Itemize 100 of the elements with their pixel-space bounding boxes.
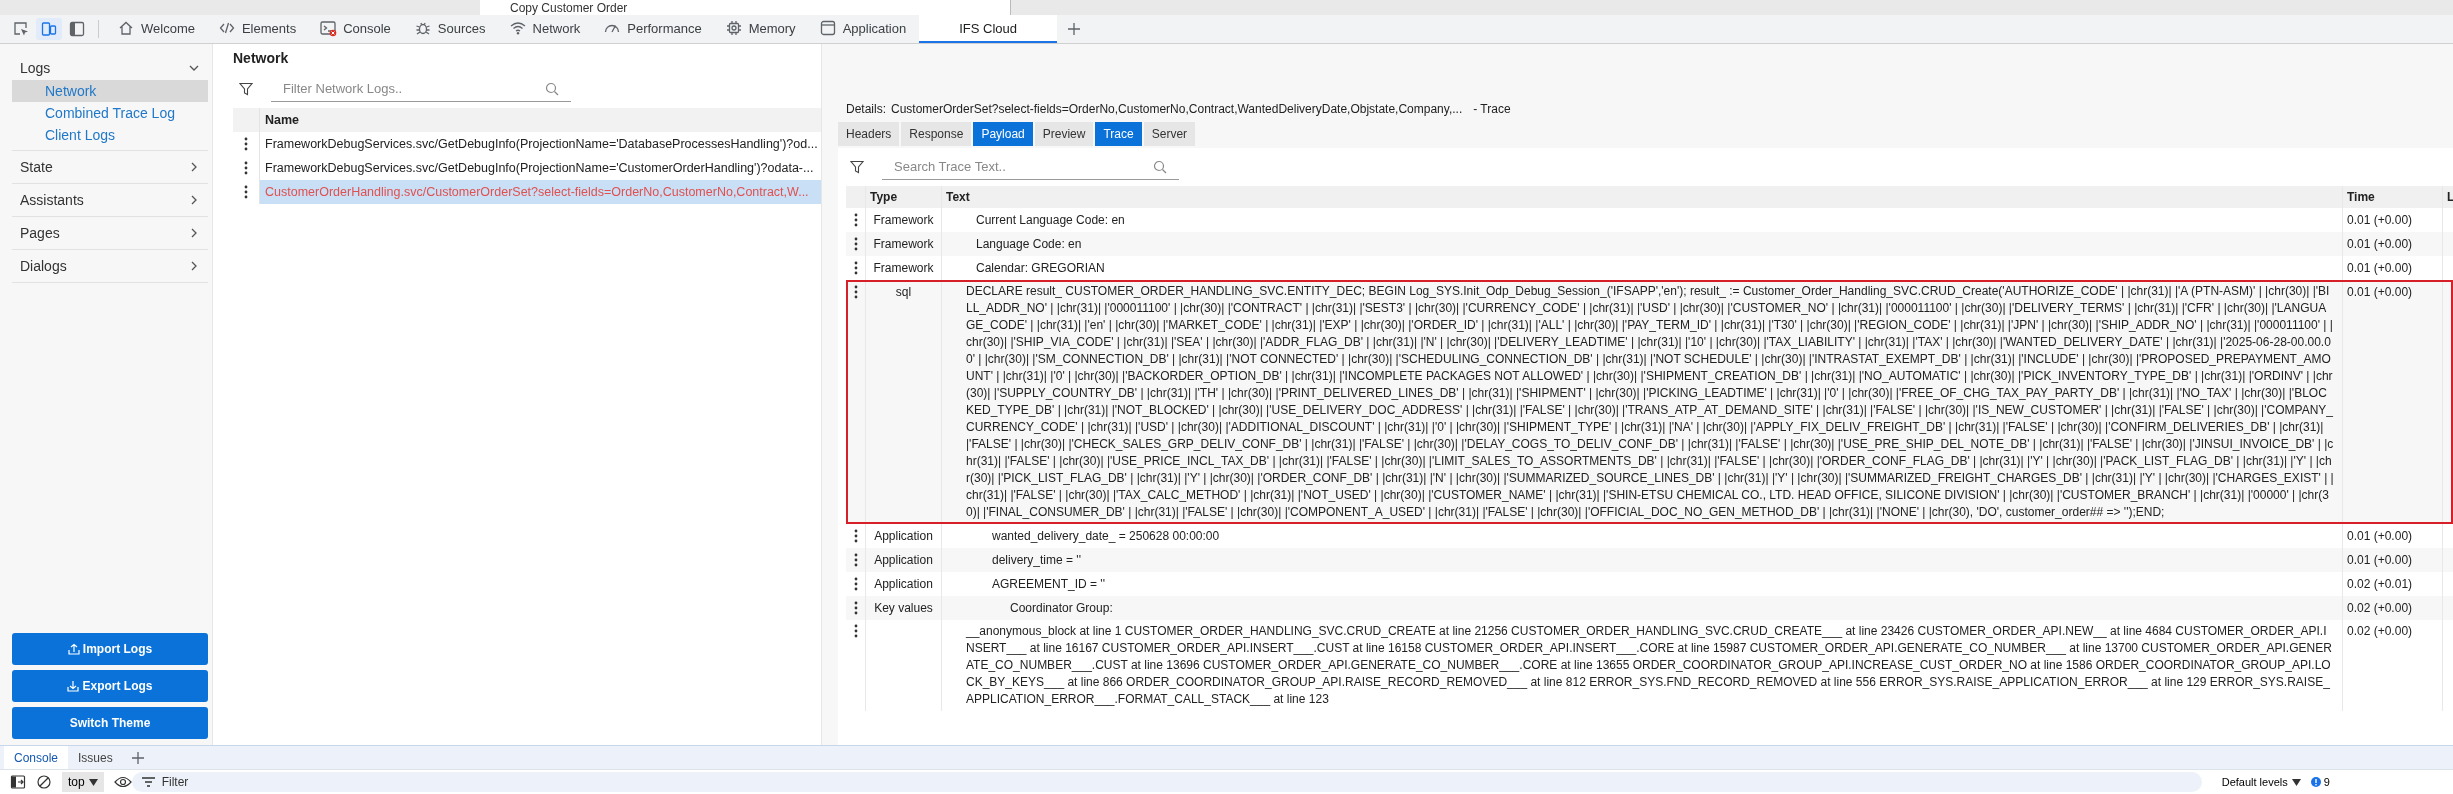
sidebar-section[interactable]: State [12, 155, 208, 179]
context-dropdown[interactable]: top [62, 772, 104, 792]
trace-text: Current Language Code: en [976, 211, 1125, 229]
eye-icon[interactable] [113, 775, 132, 789]
devtools-tab[interactable]: Console [309, 15, 402, 43]
filter-field[interactable]: Filter Network Logs.. [271, 76, 571, 102]
column-header: Text [942, 186, 2343, 208]
upload-icon [67, 643, 80, 655]
sidebar-button[interactable]: Switch Theme [12, 707, 208, 739]
view-name: - Trace [1473, 102, 1511, 116]
more-icon[interactable] [853, 213, 858, 227]
trace-text: Coordinator Group: [1010, 599, 1113, 617]
wifi-icon [509, 19, 527, 37]
device-toggle-button[interactable] [36, 18, 62, 40]
trace-text: __anonymous_block at line 1 CUSTOMER_ORDER_HANDLING_SVC.CRUD_CREATE at line 21256 CUSTOMER_ORDER_HANDLING_SVC.CRUD_CREATE___ at line 23426 CUSTOMER_ORDER_API.NEW__ at line 4684 CUSTOMER_ORDER_API.INSERT___ at line 16167 CUSTOMER_ORDER_API.INSERT___.CUST at line 16158 CUSTOMER_ORDER_API.INSERT___.CORE at line 15987 CUSTOMER_ORDER_API.GENERATE_CO_NUMBER___ at line 13700 CUSTOMER_ORDER_API.GENERATE_CO_NUMBER___.CUST at line 13696 CUSTOMER_ORDER_API.GENERATE_CO_NUMBER___.CORE at line 13655 ORDER_COORDINATOR_GROUP_API.INCREASE_CUST_ORDER_NO at line 1586 ORDER_COORDINATOR_GROUP_API.LOCK_BY_KEYS___ at line 866 ORDER_COORDINATOR_GROUP_API.RAISE_RECORD_REMOVED___ at line 812 ERROR_SYS.FND_RECORD_REMOVED at line 556 ERROR_SYS.RAISE_APPLICATION_ERROR___ at line 129 ERROR_SYS.RAISE_APPLICATION_ERROR___.FORMAT_CALL_STACK___ at line 123 [966, 623, 2333, 708]
caret-icon [2291, 778, 2301, 786]
column-header: Name [264, 112, 301, 129]
page-title: Copy Customer Order [510, 0, 628, 15]
search-icon [1153, 160, 1167, 174]
details-tab[interactable]: Payload [973, 122, 1033, 146]
trace-text: wanted_delivery_date_ = 250628 00:00:00 [992, 527, 1220, 545]
request-row[interactable]: FrameworkDebugServices.svc/GetDebugInfo(ProjectionName='DatabaseProcessesHandling')?od... [260, 132, 821, 156]
add-tab-icon[interactable] [130, 750, 145, 765]
window-icon [819, 19, 837, 37]
clear-icon[interactable] [36, 774, 52, 790]
more-icon[interactable] [853, 553, 858, 567]
more-icon[interactable] [853, 601, 858, 615]
devtools-tab[interactable]: Network [498, 15, 592, 43]
issues-counter[interactable]: 9 [2310, 776, 2330, 788]
console-filter-field[interactable]: Filter [131, 772, 2202, 792]
sidebar-section[interactable]: Logs [12, 56, 208, 80]
type-cell: Framework [873, 237, 934, 251]
column-header: Type [866, 186, 942, 208]
levels-dropdown[interactable]: Default levels [2221, 776, 2301, 788]
more-icon[interactable] [853, 261, 858, 275]
sidebar-button[interactable]: Export Logs [12, 670, 208, 702]
type-cell: Application [874, 577, 933, 591]
details-tab[interactable]: Trace [1095, 122, 1142, 146]
filter-icon[interactable] [239, 82, 253, 96]
time-cell: 0.01 (+0.00) [2347, 237, 2413, 251]
drawer-tab[interactable]: Console [4, 746, 69, 769]
type-cell: Framework [873, 261, 934, 275]
details-tab[interactable]: Response [901, 122, 972, 146]
more-icon[interactable] [244, 137, 248, 151]
time-cell: 0.01 (+0.00) [2347, 261, 2413, 275]
more-icon[interactable] [853, 285, 858, 299]
time-cell: 0.02 (+0.00) [2347, 601, 2413, 615]
trace-text: Calendar: GREGORIAN [976, 259, 1105, 277]
type-cell: Application [874, 529, 933, 543]
drawer-tab[interactable]: Issues [68, 746, 123, 769]
type-cell: Key values [874, 601, 933, 615]
sidebar-link[interactable]: Combined Trace Log [12, 102, 208, 124]
trace-text: DECLARE result_ CUSTOMER_ORDER_HANDLING_SVC.ENTITY_DEC; BEGIN Log_SYS.Init_Odp_Debug_Session_('IFSAPP','en'); result_ := Customer_Order_Handling_SVC.CRUD_Create('AUTHORIZE_CODE' | |chr(31)| |'A (PTN-ASM)' | |chr(30)| |'BILL_ADDR_NO' | |chr(31)| |'000011100' | |chr(30)| |'CONTRACT' | |chr(31)| |'SEST3' | |chr(30)| |'CURRENCY_CODE' | |chr(31)| |'USD' | |chr(30)| |'CUSTOMER_NO' | |chr(31)| |'000011100' | |chr(30)| |'DELIVERY_TERMS' | |chr(31)| |'CFR' | |chr(30)| |'LANGUAGE_CODE' | |chr(31)| |'en' | |chr(30)| |'MARKET_CODE' | |chr(31)| |'EXP' | |chr(30)| |'ORDER_ID' | |chr(31)| |'ALL' | |chr(30)| |'PAY_TERM_ID' | |chr(31)| |'T30' | |chr(30)| |'REGION_CODE' | |chr(31)| |'JPN' | |chr(30)| |'SHIP_ADDR_NO' | |chr(31)| |'000011100' | |chr(30)| |'SHIP_VIA_CODE' | |chr(31)| |'SEA' | |chr(30)| |'ADDR_FLAG_DB' | |chr(31)| |'N' | |chr(30)| |'DELIVERY_LEADTIME' | |chr(31)| |'10' | |chr(30)| |'TAX_LIABILITY' | |chr(31)| |'TAX' | |chr(30)| |'WANTED_DELIVERY_DATE' | |chr(31)| |'2025-06-28-00.00.00' | |chr(30)| |'SM_CONNECTION_DB' | |chr(31)| |'NOT CONNECTED' | |chr(30)| |'SCHEDULING_CONNECTION_DB' | |chr(31)| |'NOT SCHEDULE' | |chr(30)| |'INTRASTAT_EXEMPT_DB' | |chr(31)| |'INCLUDE' | |chr(30)| |'PROPOSED_PREPAYMENT_AMOUNT' | |chr(31)| |'0' | |chr(30)| |'BACKORDER_OPTION_DB' | |chr(31)| |'INCOMPLETE PACKAGES NOT ALLOWED' | |chr(30)| |'SHIPMENT_CREATION_DB' | |chr(31)| |'NO_AUTOMATIC' | |chr(30)| |'PICK_INVENTORY_TYPE_DB' | |chr(31)| |'ORDINV' | |chr(30)| |'SUPPLY_COUNTRY_DB' | |chr(31)| |'TH' | |chr(30)| |'PRINT_DELIVERED_LINES_DB' | |chr(31)| |'SHIPMENT' | |chr(30)| |'PICKING_LEADTIME' | |chr(31)| |'0' | |chr(30)| |'FREE_OF_CHG_TAX_PAY_PARTY_DB' | |chr(31)| |'NO_TAX' | |chr(30)| |'BLOCKED_TYPE_DB' | |chr(31)| |'NOT_BLOCKED' | |chr(30)| |'USE_DELIVERY_DOC_ADDRESS' | |chr(31)| |'FALSE' | |chr(30)| |'TRANS_ATP_AT_DEMAND_SITE' | |chr(31)| |'FALSE' | |chr(30)| |'IS_NEW_CUSTOMER' | |chr(31)| |'FALSE' | |chr(30)| |'COMPANY_CURRENCY_CODE' | |chr(31)| |'USD' | |chr(30)| |'ADDITIONAL_DISCOUNT' | |chr(31)| |'0' | |chr(30)| |'SHIPMENT_TYPE' | |chr(31)| |'NA' | |chr(30)| |'APPLY_FIX_DELIV_FREIGHT_DB' | |chr(31)| |'FALSE' | |chr(30)| |'CONFIRM_DELIVERIES_DB' | |chr(31)| |'FALSE' | |chr(30)| |'CHECK_SALES_GRP_DELIV_CONF_DB' | |chr(31)| |'FALSE' | |chr(30)| |'DELAY_COGS_TO_DELIV_CONF_DB' | |chr(31)| |'FALSE' | |chr(30)| |'USE_PRE_SHIP_DEL_NOTE_DB' | |chr(31)| |'FALSE' | |chr(30)| |'JINSUI_INVOICE_DB' | |chr(31)| |'FALSE' | |chr(30)| |'USE_PRICE_INCL_TAX_DB' | |chr(31)| |'FALSE' | |chr(30)| |'LIMIT_SALES_TO_ASSORTMENTS_DB' | |chr(31)| |'FALSE' | |chr(30)| |'ORDER_CONF_FLAG_DB' | |chr(31)| |'Y' | |chr(30)| |'PACK_LIST_FLAG_DB' | |chr(31)| |'Y' | |chr(30)| |'PICK_LIST_FLAG_DB' | |chr(31)| |'Y' | |chr(30)| |'ORDER_CONF_DB' | |chr(31)| |'N' | |chr(30)| |'SUMMARIZED_SOURCE_LINES_DB' | |chr(31)| |'Y' | |chr(30)| |'SUMMARIZED_FREIGHT_CHARGES_DB' | |chr(31)| |'Y' | |chr(30)| |'CHARGES_EXIST' | |chr(31)| |'FALSE' | |chr(30)| |'TAX_CALC_METHOD' | |chr(31)| |'NOT_USED' | |chr(30)| |'CUSTOMER_NAME' | |chr(31)| |'SHIN-ETSU CHEMICAL CO., LTD. HEAD OFFICE, SILICONE DIVISION' | |chr(30)| |'CUSTOMER_BRANCH' | |chr(31)| |'00000' | |chr(30)| |'FINAL_CONSUMER_DB' | |chr(31)| |'FALSE' | |chr(30)| |'COMPONENT_A_USED' | |chr(31)| |'FALSE' | |chr(30)| |'OFFICIAL_DOC_NO_GEN_METHOD_DB' | |chr(31)| |'NONE' | |chr(30), 'DO', customer_order## => '');END; [966, 283, 2334, 521]
details-tab[interactable]: Server [1143, 122, 1196, 146]
caret-icon [88, 778, 98, 786]
sidebar-link[interactable]: Client Logs [12, 124, 208, 146]
request-name: CustomerOrderSet?select-fields=OrderNo,CustomerNo,Contract,WantedDeliveryDate,Objstate,Company,... [891, 102, 1463, 116]
time-cell: 0.01 (+0.00) [2347, 213, 2413, 227]
more-icon[interactable] [244, 185, 248, 199]
devtools-tab[interactable]: Performance [593, 15, 713, 43]
devtools-tab[interactable]: Sources [403, 15, 497, 43]
sidebar-section[interactable]: Dialogs [12, 254, 208, 278]
search-field[interactable]: Search Trace Text.. [882, 154, 1179, 180]
trace-text: delivery_time = '' [992, 551, 1081, 569]
filter-icon[interactable] [850, 160, 864, 174]
panel-title: Network [233, 50, 290, 66]
sidebar-section[interactable]: Assistants [12, 188, 208, 212]
devtools-tab[interactable]: IFS Cloud [919, 15, 1058, 43]
chip-icon [725, 19, 743, 37]
details-tab[interactable]: Preview [1034, 122, 1094, 146]
sidebar-section[interactable]: Pages [12, 221, 208, 245]
details-tab[interactable]: Headers [838, 122, 900, 146]
type-cell: sql [895, 285, 912, 299]
details-label: Details: [846, 102, 886, 116]
more-icon[interactable] [853, 624, 858, 638]
search-icon [545, 82, 559, 96]
trace-text: AGREEMENT_ID = '' [992, 575, 1105, 593]
time-cell: 0.01 (+0.00) [2347, 285, 2413, 299]
devtools-tab[interactable]: Elements [207, 15, 308, 43]
time-cell: 0.01 (+0.00) [2347, 553, 2413, 567]
request-row[interactable]: FrameworkDebugServices.svc/GetDebugInfo(ProjectionName='CustomerOrderHandling')?odata-... [260, 156, 821, 180]
more-icon[interactable] [853, 237, 858, 251]
devtools-tab[interactable]: Application [808, 15, 918, 43]
issue-icon [2310, 777, 2321, 787]
time-cell: 0.01 (+0.00) [2347, 529, 2413, 543]
time-cell: 0.02 (+0.00) [2347, 624, 2413, 638]
time-cell: 0.02 (+0.01) [2347, 577, 2413, 591]
type-cell: Application [874, 553, 933, 567]
devtools-tab[interactable]: Welcome [107, 15, 206, 43]
home-icon [118, 19, 135, 37]
add-tab-icon[interactable] [1067, 22, 1082, 36]
devtools-tab[interactable]: Memory [714, 15, 807, 43]
more-icon[interactable] [853, 577, 858, 591]
download-icon [67, 680, 80, 692]
more-icon[interactable] [853, 529, 858, 543]
more-icon[interactable] [244, 161, 248, 175]
sidebar-button[interactable]: Import Logs [12, 633, 208, 665]
device-toggle-icon [41, 21, 57, 37]
terminal-error-icon [320, 19, 338, 37]
dock-icon[interactable] [10, 774, 26, 790]
